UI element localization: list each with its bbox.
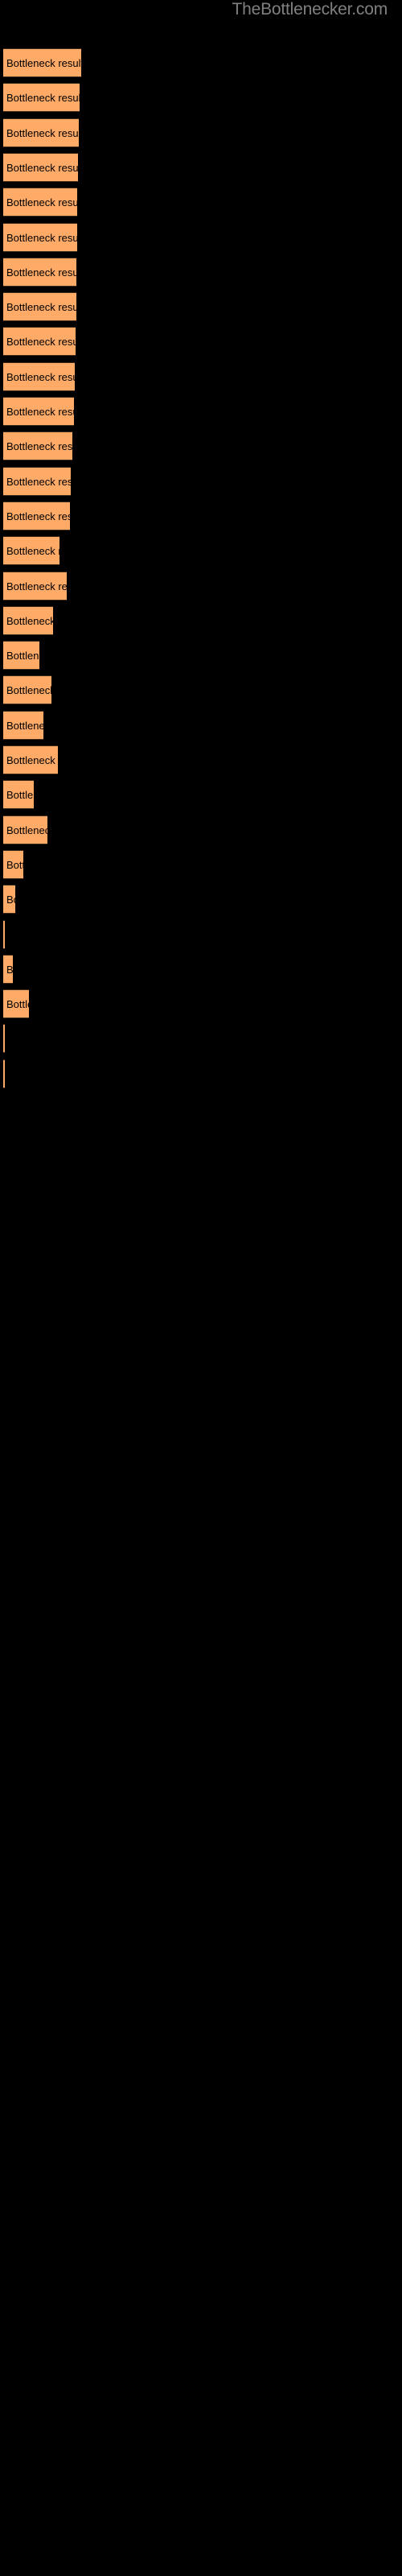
- bar-clip: Bottleneck result: [3, 675, 51, 705]
- horizontal-bar-chart: Bottleneck result Bottleneck result Bottle…: [0, 0, 402, 2576]
- bar-label: Bottleneck result: [6, 126, 79, 139]
- bar-bottleneck-result: [3, 1059, 5, 1088]
- bar-clip: Bottleneck result: [3, 815, 47, 844]
- bar-row: Bottleneck result: [3, 361, 75, 391]
- bar-row: Bottleneck result: [3, 641, 39, 671]
- bar-row: Bottleneck result: [3, 710, 43, 740]
- bar-clip: Bottleneck result: [3, 605, 53, 635]
- bar-row: Bottleneck result: [3, 885, 15, 914]
- bar-label: Bottleneck result: [6, 998, 29, 1011]
- bar-row: Bottleneck result: [3, 501, 70, 530]
- bar-clip: Bottleneck result: [3, 431, 72, 461]
- bar-clip: Bottleneck result: [3, 954, 13, 984]
- bar-row: Bottleneck result: [3, 397, 74, 426]
- bar-row: Bottleneck result: [3, 1059, 5, 1088]
- bar-label: Bottleneck result: [6, 510, 70, 522]
- bar-clip: Bottleneck result: [3, 188, 77, 217]
- bar-label: Bottleneck result: [6, 336, 76, 349]
- bar-row: Bottleneck result: [3, 849, 23, 879]
- bar-label: Bottleneck result: [6, 406, 74, 418]
- bottleneck-chart-page: TheBottlenecker.com Bottleneck result Bot…: [0, 0, 402, 2576]
- bar-clip: Bottleneck result: [3, 536, 59, 566]
- bar-clip: Bottleneck result: [3, 641, 39, 671]
- bar-row: Bottleneck result: [3, 48, 81, 77]
- bar-row: Bottleneck result: [3, 118, 79, 147]
- bar-clip: Bottleneck result: [3, 118, 79, 147]
- bar-clip: Bottleneck result: [3, 780, 34, 810]
- bar-row: Bottleneck result: [3, 571, 67, 601]
- bar-row: Bottleneck result: [3, 605, 53, 635]
- bar-label: Bottleneck result: [6, 894, 15, 906]
- bar-row: Bottleneck result: [3, 431, 72, 461]
- bar-row: Bottleneck result: [3, 257, 76, 287]
- bar-label: Bottleneck result: [6, 266, 76, 279]
- bar-label: Bottleneck result: [6, 196, 77, 209]
- bar-row: Bottleneck result: [3, 83, 80, 113]
- bar-clip: Bottleneck result: [3, 1059, 5, 1088]
- bar-clip: Bottleneck result: [3, 571, 67, 601]
- bar-clip: Bottleneck result: [3, 1024, 5, 1054]
- bar-clip: Bottleneck result: [3, 83, 80, 113]
- bar-clip: Bottleneck result: [3, 327, 76, 357]
- bar-clip: Bottleneck result: [3, 152, 78, 182]
- bar-row: Bottleneck result: [3, 536, 59, 566]
- bar-row: Bottleneck result: [3, 466, 71, 496]
- bar-label: Bottleneck result: [6, 858, 23, 871]
- bar-clip: Bottleneck result: [3, 501, 70, 530]
- bar-clip: Bottleneck result: [3, 885, 15, 914]
- bar-label: Bottleneck result: [6, 963, 13, 976]
- bar-clip: Bottleneck result: [3, 989, 29, 1019]
- bar-row: Bottleneck result: [3, 152, 78, 182]
- bar-row: Bottleneck result: [3, 815, 47, 844]
- bar-bottleneck-result: [3, 1024, 5, 1054]
- bar-label: Bottleneck result: [6, 440, 72, 453]
- bar-label: Bottleneck result: [6, 231, 77, 244]
- bar-row: Bottleneck result: [3, 780, 34, 810]
- bar-row: Bottleneck result: [3, 675, 51, 705]
- bar-label: Bottleneck result: [6, 824, 47, 836]
- bar-row: Bottleneck result: [3, 188, 77, 217]
- bar-clip: Bottleneck result: [3, 292, 76, 322]
- bar-label: Bottleneck result: [6, 650, 39, 663]
- bar-row: Bottleneck result: [3, 919, 5, 949]
- bar-row: Bottleneck result: [3, 989, 29, 1019]
- bar-clip: Bottleneck result: [3, 849, 23, 879]
- bar-clip: Bottleneck result: [3, 48, 81, 77]
- bar-row: Bottleneck result: [3, 954, 13, 984]
- bar-clip: Bottleneck result: [3, 222, 77, 252]
- bar-clip: Bottleneck result: [3, 710, 43, 740]
- bar-bottleneck-result: [3, 919, 5, 949]
- bar-label: Bottleneck result: [6, 580, 67, 592]
- bar-label: Bottleneck result: [6, 301, 76, 314]
- bar-clip: Bottleneck result: [3, 466, 71, 496]
- bar-clip: Bottleneck result: [3, 257, 76, 287]
- bar-label: Bottleneck result: [6, 475, 71, 488]
- bar-clip: Bottleneck result: [3, 745, 58, 774]
- bar-label: Bottleneck result: [6, 57, 81, 69]
- bar-label: Bottleneck result: [6, 92, 80, 105]
- bar-label: Bottleneck result: [6, 370, 75, 383]
- bar-label: Bottleneck result: [6, 614, 53, 627]
- bar-row: Bottleneck result: [3, 745, 58, 774]
- bar-label: Bottleneck result: [6, 754, 58, 766]
- bar-clip: Bottleneck result: [3, 919, 5, 949]
- bar-clip: Bottleneck result: [3, 397, 74, 426]
- bar-label: Bottleneck result: [6, 789, 34, 802]
- bar-clip: Bottleneck result: [3, 361, 75, 391]
- bar-row: Bottleneck result: [3, 1024, 5, 1054]
- bar-label: Bottleneck result: [6, 719, 43, 732]
- bar-row: Bottleneck result: [3, 222, 77, 252]
- bar-label: Bottleneck result: [6, 161, 78, 174]
- bar-label: Bottleneck result: [6, 545, 59, 558]
- bar-label: Bottleneck result: [6, 684, 51, 697]
- bar-row: Bottleneck result: [3, 292, 76, 322]
- bar-row: Bottleneck result: [3, 327, 76, 357]
